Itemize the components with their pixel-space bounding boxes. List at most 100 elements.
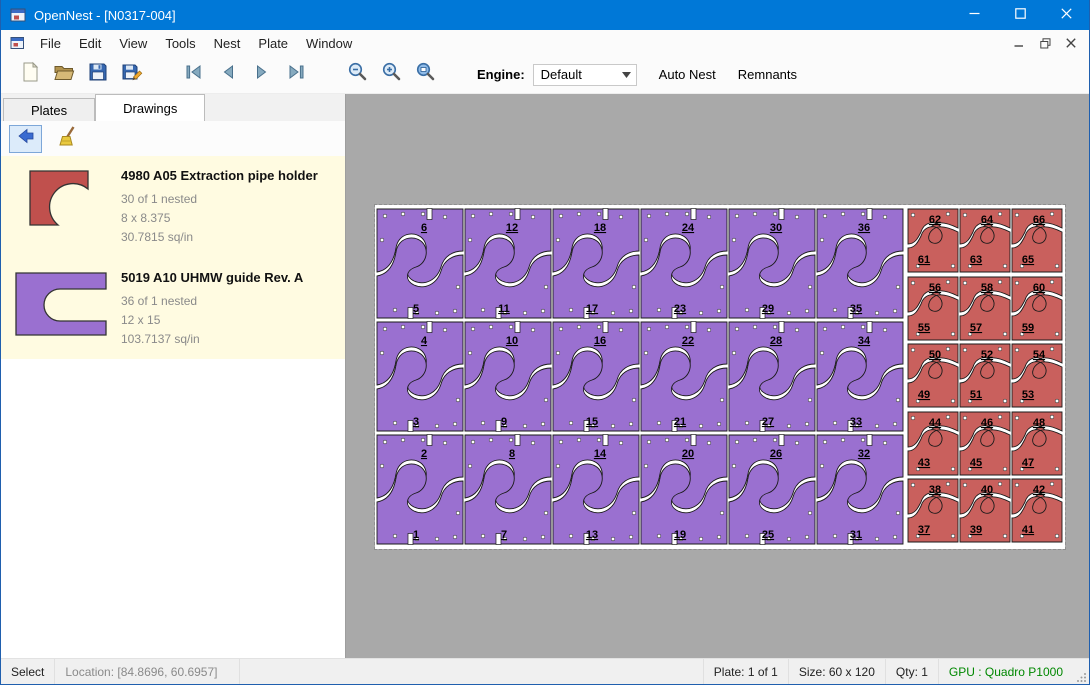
maximize-button[interactable] bbox=[997, 0, 1043, 30]
open-button[interactable] bbox=[47, 60, 81, 90]
engine-select[interactable]: Default bbox=[533, 64, 637, 86]
nested-part-pair-purple[interactable]: 26 25 bbox=[729, 435, 815, 545]
nested-part-pair-purple[interactable]: 3029 bbox=[729, 209, 815, 319]
svg-text:17: 17 bbox=[586, 303, 598, 315]
nested-part-pair-red[interactable]: 56 55 bbox=[908, 277, 958, 340]
broom-icon bbox=[58, 125, 80, 152]
nested-part-pair-purple[interactable]: 2423 bbox=[641, 209, 727, 319]
tab-plates[interactable]: Plates bbox=[3, 98, 95, 121]
first-plate-button[interactable] bbox=[177, 60, 211, 90]
remnants-button[interactable]: Remnants bbox=[738, 67, 797, 82]
nested-part-pair-purple[interactable]: 21 bbox=[377, 435, 463, 545]
mdi-close-button[interactable] bbox=[1061, 34, 1081, 52]
svg-text:64: 64 bbox=[981, 214, 994, 226]
nested-part-pair-purple[interactable]: 3433 bbox=[817, 322, 903, 432]
nested-part-pair-red[interactable]: 6665 bbox=[1012, 209, 1062, 272]
nested-part-pair-red[interactable]: 4645 bbox=[960, 412, 1010, 475]
status-bar: Select Location: [84.8696, 60.6957] Plat… bbox=[1, 658, 1089, 684]
save-as-button[interactable] bbox=[115, 60, 149, 90]
left-panel: Plates Drawings 4980 A05 Extraction pi bbox=[1, 94, 346, 658]
svg-text:26: 26 bbox=[770, 448, 782, 460]
svg-text:24: 24 bbox=[682, 222, 695, 234]
return-part-button[interactable] bbox=[9, 125, 42, 153]
nested-part-pair-red[interactable]: 5251 bbox=[960, 344, 1010, 407]
menu-item-tools[interactable]: Tools bbox=[156, 32, 204, 55]
svg-text:61: 61 bbox=[918, 254, 930, 266]
previous-arrow-icon bbox=[217, 61, 239, 88]
menu-item-edit[interactable]: Edit bbox=[70, 32, 110, 55]
nested-part-pair-purple[interactable]: 2019 bbox=[641, 435, 727, 545]
nested-part-pair-purple[interactable]: 3635 bbox=[817, 209, 903, 319]
drawings-toolbar bbox=[1, 121, 345, 156]
nested-part-pair-purple[interactable]: 65 bbox=[377, 209, 463, 319]
nested-part-pair-purple[interactable]: 87 bbox=[465, 435, 551, 545]
mdi-minimize-button[interactable] bbox=[1009, 34, 1029, 52]
nested-part-pair-purple[interactable]: 2827 bbox=[729, 322, 815, 432]
last-plate-button[interactable] bbox=[279, 60, 313, 90]
nested-part-pair-red[interactable]: 40 39 bbox=[960, 479, 1010, 542]
menu-item-plate[interactable]: Plate bbox=[249, 32, 297, 55]
svg-text:11: 11 bbox=[498, 303, 510, 315]
previous-plate-button[interactable] bbox=[211, 60, 245, 90]
status-location: Location: [84.8696, 60.6957] bbox=[55, 659, 240, 684]
svg-text:3: 3 bbox=[413, 416, 419, 428]
nested-part-pair-red[interactable]: 4241 bbox=[1012, 479, 1062, 542]
svg-text:63: 63 bbox=[970, 254, 982, 266]
menu-item-window[interactable]: Window bbox=[297, 32, 361, 55]
status-size: Size: 60 x 120 bbox=[788, 659, 885, 684]
svg-text:53: 53 bbox=[1022, 389, 1034, 401]
svg-text:25: 25 bbox=[762, 529, 774, 541]
new-file-icon bbox=[19, 61, 41, 88]
nested-part-pair-purple[interactable]: 1211 bbox=[465, 209, 551, 319]
zoom-out-button[interactable] bbox=[341, 60, 375, 90]
plate[interactable]: 6512111817242330293635431091615222128273… bbox=[375, 205, 1065, 549]
next-plate-button[interactable] bbox=[245, 60, 279, 90]
save-button[interactable] bbox=[81, 60, 115, 90]
menu-item-view[interactable]: View bbox=[110, 32, 156, 55]
nested-part-pair-red[interactable]: 6059 bbox=[1012, 277, 1062, 340]
clear-parts-button[interactable] bbox=[52, 125, 85, 153]
nested-part-pair-purple[interactable]: 3231 bbox=[817, 435, 903, 545]
svg-text:45: 45 bbox=[970, 457, 982, 469]
nested-part-pair-red[interactable]: 3837 bbox=[908, 479, 958, 542]
document-icon[interactable] bbox=[10, 36, 25, 50]
svg-text:19: 19 bbox=[674, 529, 686, 541]
nest-canvas[interactable]: 6512111817242330293635431091615222128273… bbox=[346, 94, 1089, 658]
menu-item-file[interactable]: File bbox=[31, 32, 70, 55]
svg-text:6: 6 bbox=[421, 222, 427, 234]
new-button[interactable] bbox=[13, 60, 47, 90]
nested-part-pair-purple[interactable]: 109 bbox=[465, 322, 551, 432]
nested-part-pair-red[interactable]: 5453 bbox=[1012, 344, 1062, 407]
nested-part-pair-red[interactable]: 6261 bbox=[908, 209, 958, 272]
auto-nest-button[interactable]: Auto Nest bbox=[659, 67, 716, 82]
nested-part-pair-red[interactable]: 5049 bbox=[908, 344, 958, 407]
svg-text:40: 40 bbox=[981, 484, 993, 496]
zoom-fit-button[interactable] bbox=[409, 60, 443, 90]
minimize-button[interactable] bbox=[951, 0, 997, 30]
svg-text:55: 55 bbox=[918, 322, 930, 334]
nested-part-pair-purple[interactable]: 1817 bbox=[553, 209, 639, 319]
part-item-uhmw-guide[interactable]: 5019 A10 UHMW guide Rev. A 36 of 1 neste… bbox=[1, 258, 345, 360]
zoom-in-button[interactable] bbox=[375, 60, 409, 90]
svg-text:37: 37 bbox=[918, 524, 930, 536]
svg-text:56: 56 bbox=[929, 282, 941, 294]
menu-item-nest[interactable]: Nest bbox=[205, 32, 250, 55]
nested-part-pair-red[interactable]: 5857 bbox=[960, 277, 1010, 340]
svg-text:39: 39 bbox=[970, 524, 982, 536]
svg-text:20: 20 bbox=[682, 448, 694, 460]
nested-part-pair-purple[interactable]: 43 bbox=[377, 322, 463, 432]
nested-part-pair-purple[interactable]: 1413 bbox=[553, 435, 639, 545]
nested-part-pair-purple[interactable]: 2221 bbox=[641, 322, 727, 432]
part-size: 8 x 8.375 bbox=[121, 209, 339, 228]
nested-part-pair-purple[interactable]: 1615 bbox=[553, 322, 639, 432]
part-item-extraction-pipe-holder[interactable]: 4980 A05 Extraction pipe holder 30 of 1 … bbox=[1, 156, 345, 258]
nested-part-pair-red[interactable]: 64 63 bbox=[960, 209, 1010, 272]
close-button[interactable] bbox=[1043, 0, 1089, 30]
resize-grip[interactable] bbox=[1073, 659, 1089, 684]
nested-part-pair-red[interactable]: 4443 bbox=[908, 412, 958, 475]
tab-drawings[interactable]: Drawings bbox=[95, 94, 205, 121]
status-qty: Qty: 1 bbox=[885, 659, 938, 684]
nested-part-pair-red[interactable]: 4847 bbox=[1012, 412, 1062, 475]
mdi-restore-button[interactable] bbox=[1035, 34, 1055, 52]
svg-text:36: 36 bbox=[858, 222, 870, 234]
